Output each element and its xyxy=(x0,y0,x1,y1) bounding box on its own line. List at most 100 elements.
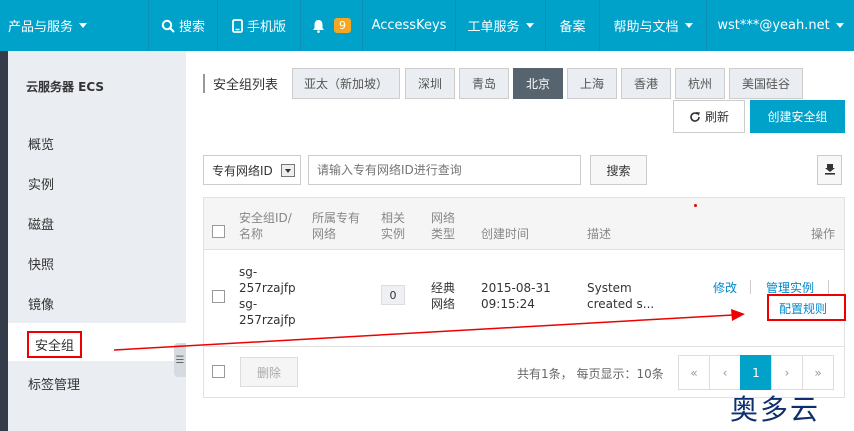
annotation-dot xyxy=(694,204,697,207)
created-clock: 09:15:24 xyxy=(481,297,535,311)
page-1-button[interactable]: 1 xyxy=(740,355,772,390)
security-group-table: 安全组ID/ 名称 所属专有 网络 相关 实例 网络 类型 创建时间 描述 操作… xyxy=(203,197,845,398)
header-line: 安全组ID/ xyxy=(239,211,292,225)
row-checkbox[interactable] xyxy=(212,290,225,303)
description-line: created s... xyxy=(587,297,655,311)
account-label: wst***@yeah.net xyxy=(717,18,830,33)
id-line: sg- xyxy=(239,297,258,311)
modify-link[interactable]: 修改 xyxy=(713,279,737,296)
prev-page-button[interactable]: ‹ xyxy=(709,355,741,390)
id-line: 257rzajfp xyxy=(239,313,296,327)
description-line: System xyxy=(587,281,632,295)
select-all-checkbox[interactable] xyxy=(212,225,225,238)
notification-count-badge: 9 xyxy=(334,18,351,33)
search-button[interactable]: 搜索 xyxy=(590,155,647,185)
delete-button[interactable]: 删除 xyxy=(240,357,298,387)
search-nav-label: 搜索 xyxy=(178,20,205,35)
sidebar-item-overview[interactable]: 概览 xyxy=(28,134,54,153)
sidebar-header: 云服务器 ECS xyxy=(0,51,186,121)
filter-field-value: 专有网络ID xyxy=(212,163,273,178)
accesskeys-label: AccessKeys xyxy=(371,18,447,33)
id-line: sg- xyxy=(239,265,258,279)
refresh-icon xyxy=(689,111,701,123)
footer-select-all-checkbox[interactable] xyxy=(212,365,225,378)
description: System created s... xyxy=(587,280,654,312)
first-page-button[interactable]: « xyxy=(678,355,710,390)
header-line: 类型 xyxy=(431,227,456,241)
column-header-description: 描述 xyxy=(587,227,612,241)
sidebar-accent-stripe xyxy=(0,51,8,431)
bell-icon xyxy=(312,19,325,33)
divider xyxy=(750,280,751,294)
beian-label: 备案 xyxy=(559,20,586,35)
help-docs-label: 帮助与文档 xyxy=(613,20,679,35)
sidebar-item-security-groups[interactable]: 安全组 xyxy=(27,331,83,358)
tickets-label: 工单服务 xyxy=(467,20,520,35)
region-tab-hangzhou[interactable]: 杭州 xyxy=(675,68,725,99)
region-tab-shenzhen[interactable]: 深圳 xyxy=(405,68,455,99)
products-services-menu[interactable]: 产品与服务 xyxy=(0,0,148,51)
refresh-button[interactable]: 刷新 xyxy=(673,100,745,133)
network-type: 经典 网络 xyxy=(431,280,455,312)
mobile-version-button[interactable]: 手机版 xyxy=(218,0,300,51)
notifications-button[interactable]: 9 xyxy=(301,0,362,51)
download-icon xyxy=(824,163,836,178)
search-nav-button[interactable]: 搜索 xyxy=(149,0,217,51)
last-page-button[interactable]: » xyxy=(802,355,834,390)
header-line: 相关 xyxy=(381,211,406,225)
export-button[interactable] xyxy=(817,155,842,185)
products-services-label: 产品与服务 xyxy=(8,20,74,35)
sidebar-title: 云服务器 ECS xyxy=(26,80,105,94)
create-security-group-button[interactable]: 创建安全组 xyxy=(750,100,845,133)
column-header-instances: 相关 实例 xyxy=(381,210,405,242)
sidebar-collapse-handle[interactable]: ☰ xyxy=(174,343,186,377)
sidebar-item-tag-management[interactable]: 标签管理 xyxy=(28,374,80,393)
column-header-created: 创建时间 xyxy=(481,227,530,241)
top-navigation-bar: 产品与服务 搜索 手机版 9 AccessKeys 工单服务 备案 帮助与文档 xyxy=(0,0,854,51)
page-title: 安全组列表 xyxy=(203,74,278,93)
sidebar-item-snapshots[interactable]: 快照 xyxy=(28,254,54,273)
vpc-id-search-input[interactable] xyxy=(308,155,581,185)
header-line: 所属专有 xyxy=(312,211,361,225)
account-menu[interactable]: wst***@yeah.net xyxy=(707,0,854,51)
sidebar-item-disks[interactable]: 磁盘 xyxy=(28,214,54,233)
accesskeys-link[interactable]: AccessKeys xyxy=(363,0,455,51)
divider xyxy=(828,280,829,294)
header-line: 实例 xyxy=(381,227,406,241)
column-header-network-type: 网络 类型 xyxy=(431,210,455,242)
search-icon xyxy=(161,19,175,33)
next-page-button[interactable]: › xyxy=(771,355,803,390)
mobile-version-label: 手机版 xyxy=(246,20,286,35)
chevron-down-icon xyxy=(281,164,295,177)
region-tab-beijing[interactable]: 北京 xyxy=(513,68,563,99)
region-tab-hongkong[interactable]: 香港 xyxy=(621,68,671,99)
help-docs-menu[interactable]: 帮助与文档 xyxy=(600,0,706,51)
tickets-menu[interactable]: 工单服务 xyxy=(456,0,545,51)
chevron-down-icon xyxy=(835,23,844,28)
net-type-line: 网络 xyxy=(431,297,456,311)
watermark-logo: 奥多云 xyxy=(730,393,821,426)
region-tab-singapore[interactable]: 亚太（新加坡） xyxy=(292,68,400,99)
filter-field-select[interactable]: 专有网络ID xyxy=(203,155,301,185)
net-type-line: 经典 xyxy=(431,281,456,295)
header-line: 名称 xyxy=(239,227,264,241)
sidebar-item-instances[interactable]: 实例 xyxy=(28,174,54,193)
refresh-label: 刷新 xyxy=(704,110,729,124)
created-date: 2015-08-31 xyxy=(481,281,551,295)
collapse-icon: ☰ xyxy=(175,354,185,366)
region-tab-us-silicon-valley[interactable]: 美国硅谷 xyxy=(729,68,803,99)
mobile-phone-icon xyxy=(232,18,243,33)
beian-link[interactable]: 备案 xyxy=(546,0,599,51)
header-line: 网络 xyxy=(431,211,456,225)
column-header-actions: 操作 xyxy=(811,227,836,241)
pagination-summary: 共有1条， 每页显示：10条 xyxy=(517,367,664,381)
column-header-vpc: 所属专有 网络 xyxy=(312,210,360,242)
chevron-down-icon xyxy=(525,23,534,28)
region-tab-qingdao[interactable]: 青岛 xyxy=(459,68,509,99)
id-line: 257rzajfp xyxy=(239,281,296,295)
created-time: 2015-08-31 09:15:24 xyxy=(481,280,551,312)
header-line: 网络 xyxy=(312,227,337,241)
table-header: 安全组ID/ 名称 所属专有 网络 相关 实例 网络 类型 创建时间 描述 操作 xyxy=(204,198,844,250)
region-tab-shanghai[interactable]: 上海 xyxy=(567,68,617,99)
sidebar-item-images[interactable]: 镜像 xyxy=(28,294,54,313)
